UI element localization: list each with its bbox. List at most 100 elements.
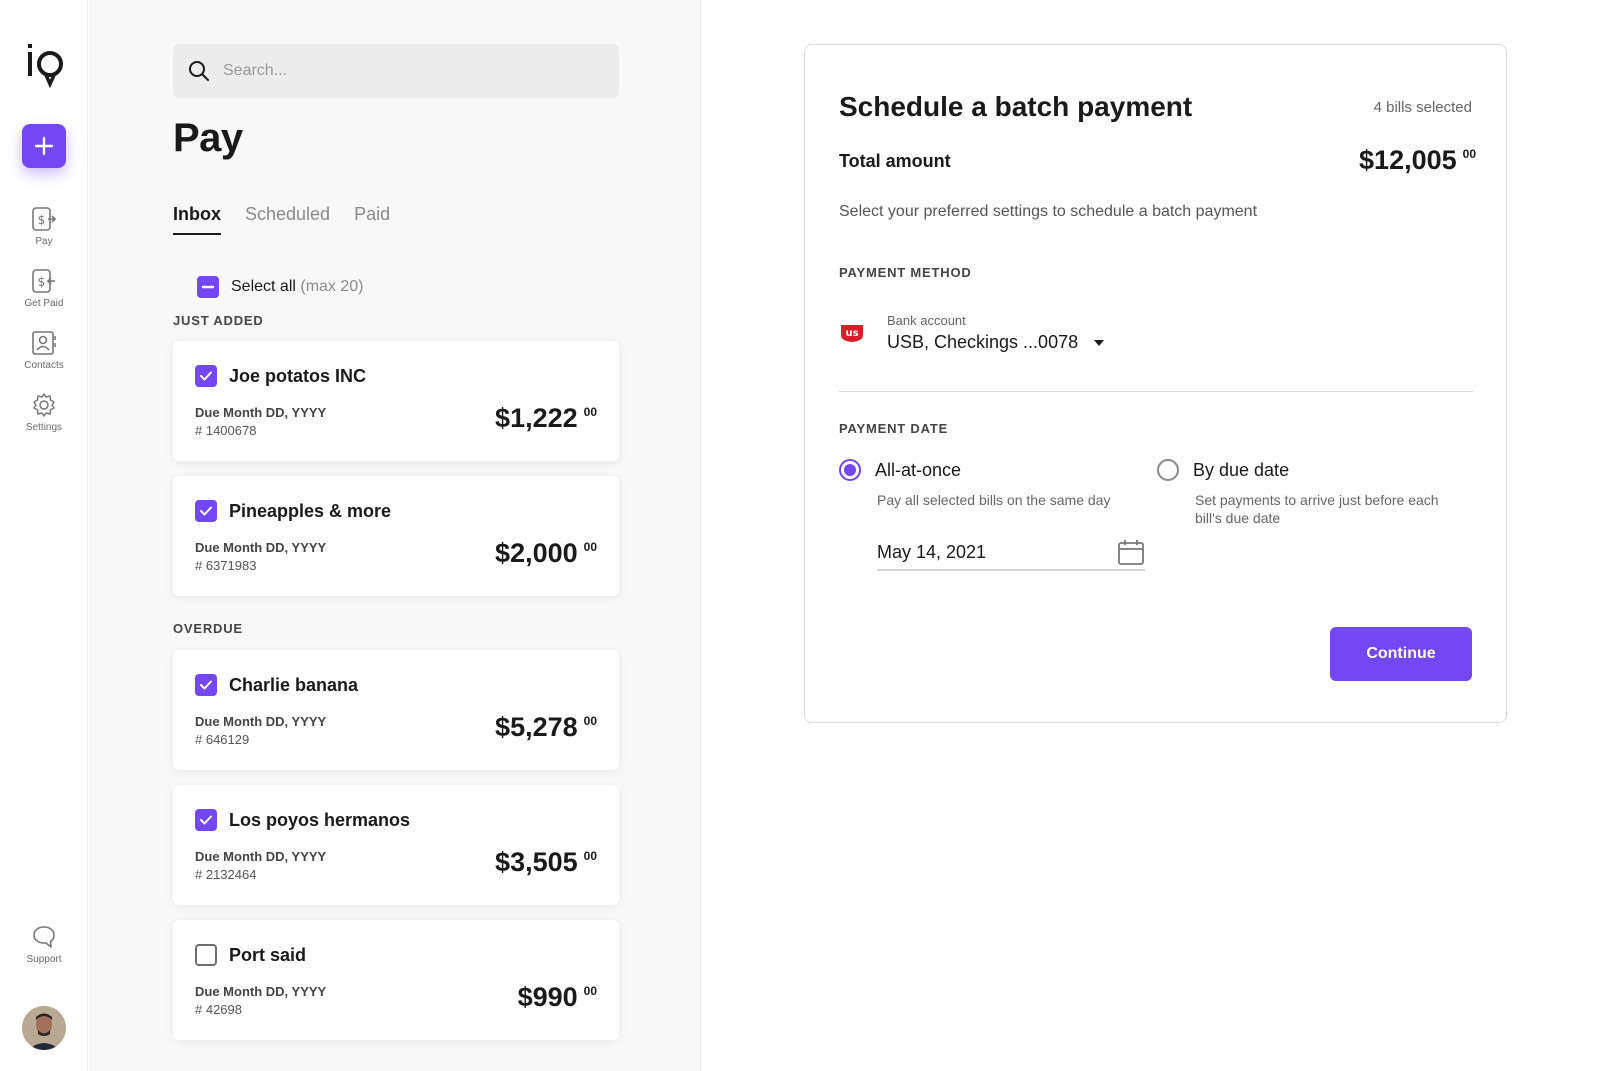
tab-scheduled[interactable]: Scheduled <box>245 204 330 235</box>
select-all-hint: (max 20) <box>300 278 364 295</box>
bill-due-date: Due Month DD, YYYY <box>195 849 327 864</box>
radio-label: All-at-once <box>875 459 962 480</box>
bill-amount-cents: 00 <box>583 849 597 863</box>
bank-logo-icon: us <box>841 325 863 342</box>
radio-label: By due date <box>1193 459 1290 480</box>
tab-paid[interactable]: Paid <box>354 204 390 235</box>
search-input[interactable] <box>223 62 583 80</box>
total-amount: $12,005 00 <box>1359 145 1476 176</box>
check-icon <box>200 506 212 516</box>
avatar[interactable] <box>22 1006 66 1050</box>
radio-help-line: Set payments to arrive just before each <box>1195 492 1439 508</box>
svg-text:$: $ <box>38 275 46 289</box>
bill-checkbox[interactable] <box>195 365 217 387</box>
nav-item-settings[interactable]: Settings <box>0 392 88 433</box>
bill-amount-cents: 00 <box>583 405 597 419</box>
bill-amount-cents: 00 <box>583 984 597 998</box>
bill-card[interactable]: Charlie banana Due Month DD, YYYY # 6461… <box>173 650 619 770</box>
bill-card[interactable]: Los poyos hermanos Due Month DD, YYYY # … <box>173 785 619 905</box>
bill-checkbox[interactable] <box>195 809 217 831</box>
nav-rail: $ Pay $ Get Paid Contacts Settings Suppo… <box>0 0 88 1071</box>
svg-text:$: $ <box>38 213 46 227</box>
bill-number: # 646129 <box>195 732 250 747</box>
bill-number: # 1400678 <box>195 423 257 438</box>
page-title: Pay <box>173 116 243 160</box>
bill-number: # 42698 <box>195 1002 242 1017</box>
bill-due-date: Due Month DD, YYYY <box>195 540 327 555</box>
calendar-icon[interactable] <box>1117 538 1145 566</box>
app-logo[interactable] <box>24 42 68 90</box>
tab-bar: Inbox Scheduled Paid <box>173 204 390 235</box>
bill-amount: $2,000 <box>495 538 578 568</box>
nav-item-pay[interactable]: $ Pay <box>0 206 88 247</box>
check-icon <box>200 371 212 381</box>
radio-help-line: bill's due date <box>1195 510 1281 526</box>
bill-card[interactable]: Pineapples & more Due Month DD, YYYY # 6… <box>173 476 619 596</box>
bill-vendor-name: Port said <box>229 944 307 965</box>
bill-amount-cents: 00 <box>583 714 597 728</box>
radio-help-text: Pay all selected bills on the same day <box>877 492 1111 508</box>
section-label-just-added: JUST ADDED <box>173 313 264 328</box>
continue-button[interactable]: Continue <box>1330 627 1472 681</box>
bank-account-sublabel: Bank account <box>887 313 966 328</box>
search-bar[interactable] <box>173 44 619 98</box>
caret-down-icon <box>1094 339 1105 346</box>
bills-selected-count: 4 bills selected <box>1373 99 1472 116</box>
chat-bubble-icon <box>33 926 55 948</box>
get-paid-icon: $ <box>32 269 55 293</box>
pay-icon: $ <box>32 207 57 231</box>
minus-icon <box>201 285 215 289</box>
bill-amount: $1,222 <box>495 403 578 433</box>
payment-date-input[interactable] <box>877 541 1097 563</box>
bill-checkbox[interactable] <box>195 674 217 696</box>
nav-label-settings: Settings <box>25 422 63 433</box>
bill-vendor-name: Charlie banana <box>229 674 359 695</box>
nav-item-support[interactable]: Support <box>0 924 88 965</box>
gear-icon <box>33 393 55 417</box>
radio-help-text: Set payments to arrive just before each … <box>1195 491 1439 527</box>
payment-date-label: PAYMENT DATE <box>839 421 949 436</box>
nav-label-contacts: Contacts <box>24 360 64 371</box>
bill-vendor-name: Joe potatos INC <box>229 365 367 386</box>
divider <box>839 391 1473 392</box>
bill-number: # 6371983 <box>195 558 257 573</box>
contacts-icon <box>32 331 56 355</box>
check-icon <box>200 680 212 690</box>
bank-account-select[interactable]: us Bank account USB, Checkings ...0078 <box>839 313 1105 353</box>
bill-due-date: Due Month DD, YYYY <box>195 984 327 999</box>
nav-item-get-paid[interactable]: $ Get Paid <box>0 268 88 309</box>
bill-checkbox[interactable] <box>195 944 217 966</box>
bill-vendor-name: Pineapples & more <box>229 500 392 521</box>
nav-label-support: Support <box>26 954 62 965</box>
bill-due-date: Due Month DD, YYYY <box>195 405 327 420</box>
bill-card[interactable]: Joe potatos INC Due Month DD, YYYY # 140… <box>173 341 619 461</box>
select-all-toggle[interactable]: Select all (max 20) <box>197 276 364 298</box>
search-icon <box>189 61 209 81</box>
check-icon <box>200 815 212 825</box>
total-amount-label: Total amount <box>839 151 951 171</box>
payment-date-field[interactable] <box>877 535 1145 571</box>
bill-amount: $990 <box>517 982 578 1012</box>
bill-card[interactable]: Port said Due Month DD, YYYY # 42698 $99… <box>173 920 619 1040</box>
bill-amount: $3,505 <box>495 847 578 877</box>
radio-by-due-date[interactable]: By due date <box>1157 459 1289 481</box>
bill-amount-cents: 00 <box>583 540 597 554</box>
bill-list-pane: Pay Inbox Scheduled Paid Select all (max… <box>89 0 701 1071</box>
radio-button[interactable] <box>839 459 861 481</box>
nav-label-get-paid: Get Paid <box>24 298 64 309</box>
radio-button[interactable] <box>1157 459 1179 481</box>
section-label-overdue: OVERDUE <box>173 621 243 636</box>
bill-checkbox[interactable] <box>195 500 217 522</box>
select-all-checkbox[interactable] <box>197 276 219 298</box>
bill-vendor-name: Los poyos hermanos <box>229 809 411 830</box>
plus-icon <box>34 136 54 156</box>
bank-account-value: USB, Checkings ...0078 <box>887 332 1079 352</box>
add-button[interactable] <box>22 124 66 168</box>
radio-all-at-once[interactable]: All-at-once <box>839 459 961 481</box>
user-avatar-icon <box>22 1006 66 1050</box>
total-amount-value: $12,005 <box>1359 145 1457 175</box>
select-all-label: Select all <box>231 278 296 295</box>
nav-item-contacts[interactable]: Contacts <box>0 330 88 371</box>
tab-inbox[interactable]: Inbox <box>173 204 221 235</box>
bill-number: # 2132464 <box>195 867 257 882</box>
